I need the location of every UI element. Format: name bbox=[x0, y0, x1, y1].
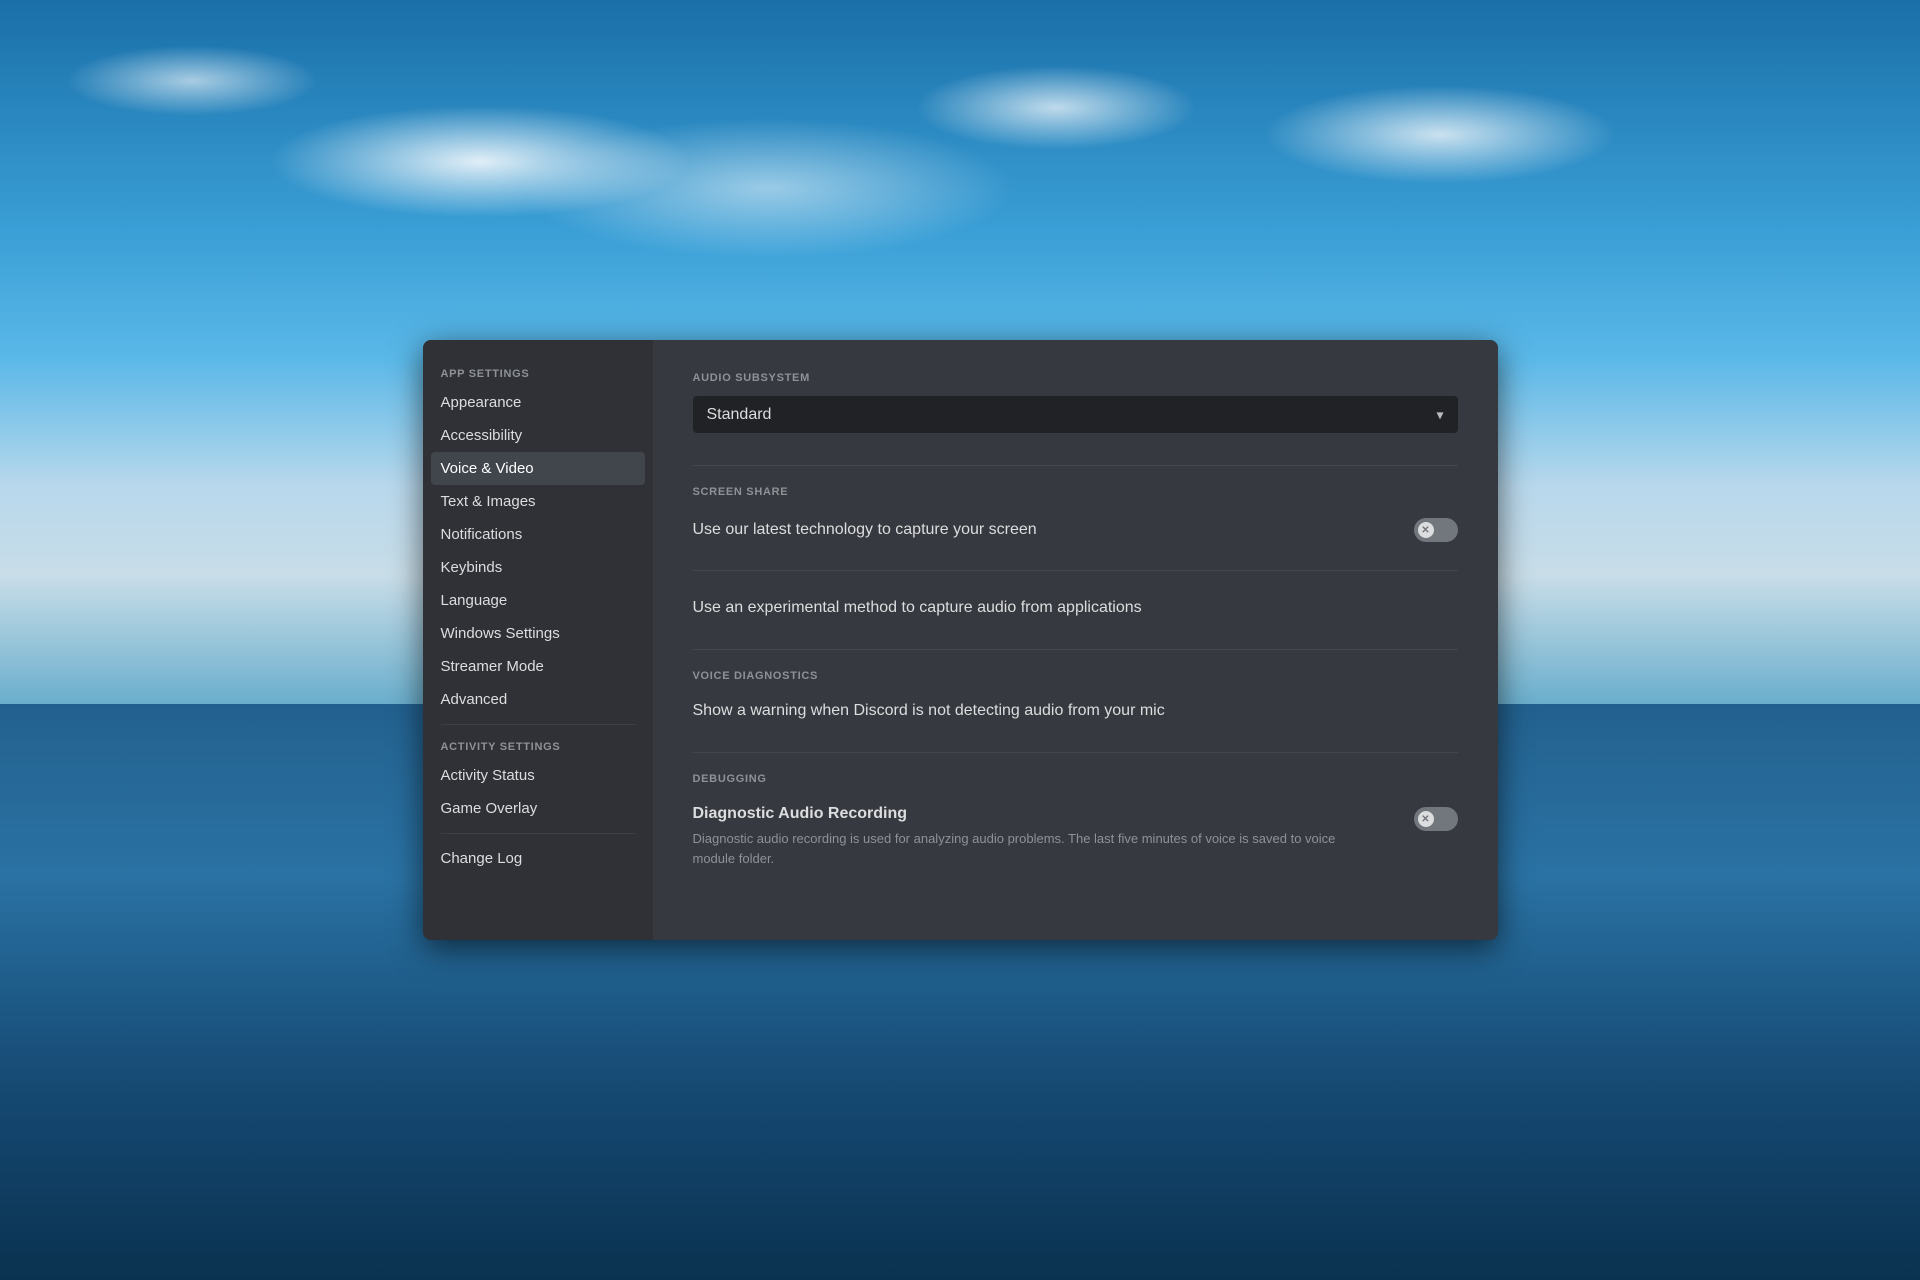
app-settings-label: APP SETTINGS bbox=[431, 360, 645, 384]
sidebar-divider-2 bbox=[441, 833, 635, 834]
sidebar-item-streamer-mode[interactable]: Streamer Mode bbox=[431, 650, 645, 683]
screen-share-section: SCREEN SHARE Use our latest technology t… bbox=[693, 486, 1458, 625]
audio-subsystem-select[interactable]: Standard Legacy Experimental bbox=[693, 396, 1458, 433]
sidebar-item-change-log[interactable]: Change Log bbox=[431, 842, 645, 875]
sidebar-item-activity-status[interactable]: Activity Status bbox=[431, 759, 645, 792]
audio-subsystem-section: AUDIO SUBSYSTEM Standard Legacy Experime… bbox=[693, 372, 1458, 433]
modal-overlay: APP SETTINGS Appearance Accessibility Vo… bbox=[0, 0, 1920, 1280]
divider-3 bbox=[693, 649, 1458, 650]
setting-label-experimental-audio: Use an experimental method to capture au… bbox=[693, 599, 1458, 617]
diagnostic-audio-description: Diagnostic audio recording is used for a… bbox=[693, 829, 1373, 868]
toggle-track-latest-tech[interactable]: ✕ bbox=[1414, 518, 1458, 542]
setting-row-diagnostic-audio: Diagnostic Audio Recording Diagnostic au… bbox=[693, 797, 1458, 876]
audio-subsystem-title: AUDIO SUBSYSTEM bbox=[693, 372, 1458, 384]
divider-2 bbox=[693, 570, 1458, 571]
setting-row-experimental-audio: Use an experimental method to capture au… bbox=[693, 591, 1458, 625]
main-content: AUDIO SUBSYSTEM Standard Legacy Experime… bbox=[653, 340, 1498, 940]
sidebar-item-windows-settings[interactable]: Windows Settings bbox=[431, 617, 645, 650]
toggle-track-diagnostic-audio[interactable]: ✕ bbox=[1414, 807, 1458, 831]
debugging-title: DEBUGGING bbox=[693, 773, 1458, 785]
setting-row-mic-warning: Show a warning when Discord is not detec… bbox=[693, 694, 1458, 728]
toggle-latest-tech[interactable]: ✕ bbox=[1414, 518, 1458, 542]
divider-1 bbox=[693, 465, 1458, 466]
sidebar-item-voice-video[interactable]: Voice & Video bbox=[431, 452, 645, 485]
sidebar: APP SETTINGS Appearance Accessibility Vo… bbox=[423, 340, 653, 940]
sidebar-item-keybinds[interactable]: Keybinds bbox=[431, 551, 645, 584]
voice-diagnostics-section: VOICE DIAGNOSTICS Show a warning when Di… bbox=[693, 670, 1458, 728]
toggle-icon-latest-tech: ✕ bbox=[1418, 522, 1434, 538]
sidebar-item-language[interactable]: Language bbox=[431, 584, 645, 617]
sidebar-item-game-overlay[interactable]: Game Overlay bbox=[431, 792, 645, 825]
sidebar-item-accessibility[interactable]: Accessibility bbox=[431, 419, 645, 452]
setting-row-latest-tech: Use our latest technology to capture you… bbox=[693, 510, 1458, 550]
audio-subsystem-select-wrapper: Standard Legacy Experimental ▾ bbox=[693, 396, 1458, 433]
sidebar-divider bbox=[441, 724, 635, 725]
sidebar-item-appearance[interactable]: Appearance bbox=[431, 386, 645, 419]
activity-settings-label: ACTIVITY SETTINGS bbox=[431, 733, 645, 757]
sidebar-item-advanced[interactable]: Advanced bbox=[431, 683, 645, 716]
diagnostic-audio-content: Diagnostic Audio Recording Diagnostic au… bbox=[693, 805, 1414, 868]
debugging-section: DEBUGGING Diagnostic Audio Recording Dia… bbox=[693, 773, 1458, 876]
screen-share-title: SCREEN SHARE bbox=[693, 486, 1458, 498]
divider-4 bbox=[693, 752, 1458, 753]
voice-diagnostics-title: VOICE DIAGNOSTICS bbox=[693, 670, 1458, 682]
toggle-icon-diagnostic-audio: ✕ bbox=[1418, 811, 1434, 827]
diagnostic-audio-label: Diagnostic Audio Recording bbox=[693, 805, 1414, 823]
sidebar-item-notifications[interactable]: Notifications bbox=[431, 518, 645, 551]
toggle-diagnostic-audio[interactable]: ✕ bbox=[1414, 807, 1458, 831]
setting-label-latest-tech: Use our latest technology to capture you… bbox=[693, 521, 1414, 539]
setting-label-mic-warning: Show a warning when Discord is not detec… bbox=[693, 702, 1458, 720]
settings-modal: APP SETTINGS Appearance Accessibility Vo… bbox=[423, 340, 1498, 940]
sidebar-item-text-images[interactable]: Text & Images bbox=[431, 485, 645, 518]
